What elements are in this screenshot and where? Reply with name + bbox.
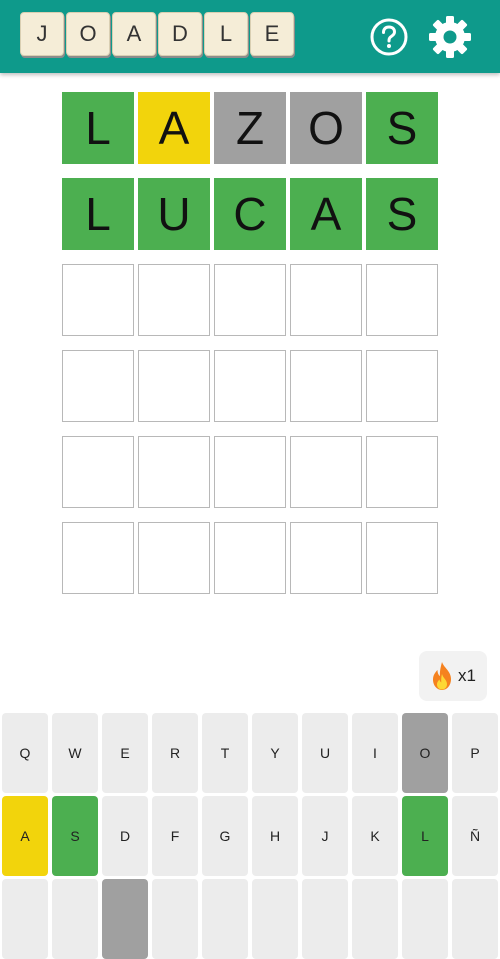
- key[interactable]: [102, 879, 148, 959]
- gear-icon: [429, 16, 471, 58]
- board-tile: S: [366, 178, 438, 250]
- board-tile: O: [290, 92, 362, 164]
- board-tile: [366, 522, 438, 594]
- board-tile: [62, 436, 134, 508]
- key-u[interactable]: U: [302, 713, 348, 793]
- board-tile: [366, 436, 438, 508]
- board-tile: [214, 436, 286, 508]
- logo-tile: O: [66, 12, 110, 56]
- key-a[interactable]: A: [2, 796, 48, 876]
- key-y[interactable]: Y: [252, 713, 298, 793]
- app-header: J O A D L E: [0, 0, 500, 73]
- key-s[interactable]: S: [52, 796, 98, 876]
- key-k[interactable]: K: [352, 796, 398, 876]
- key-g[interactable]: G: [202, 796, 248, 876]
- key-l[interactable]: L: [402, 796, 448, 876]
- key-j[interactable]: J: [302, 796, 348, 876]
- board-tile: [138, 350, 210, 422]
- question-circle-icon: [370, 18, 408, 56]
- board-tile: [366, 264, 438, 336]
- key-q[interactable]: Q: [2, 713, 48, 793]
- logo-tile: E: [250, 12, 294, 56]
- streak-counter: x1: [419, 651, 487, 701]
- board-tile: U: [138, 178, 210, 250]
- board-tile: [214, 522, 286, 594]
- fire-icon: [433, 662, 452, 690]
- key[interactable]: [202, 879, 248, 959]
- logo-tile: J: [20, 12, 64, 56]
- board-tile: [214, 264, 286, 336]
- board-tile: S: [366, 92, 438, 164]
- board-tile: [290, 350, 362, 422]
- on-screen-keyboard: QWERTYUIOP ASDFGHJKLÑ: [0, 712, 500, 959]
- logo-tile: A: [112, 12, 156, 56]
- key-d[interactable]: D: [102, 796, 148, 876]
- joadle-logo: J O A D L E: [20, 12, 294, 56]
- key[interactable]: [152, 879, 198, 959]
- key[interactable]: [402, 879, 448, 959]
- board-tile: [366, 350, 438, 422]
- board-tile: L: [62, 92, 134, 164]
- key[interactable]: [2, 879, 48, 959]
- board-tile: L: [62, 178, 134, 250]
- board-tile: [290, 436, 362, 508]
- key-ñ[interactable]: Ñ: [452, 796, 498, 876]
- board-tile: [62, 522, 134, 594]
- board-tile: [62, 264, 134, 336]
- key-p[interactable]: P: [452, 713, 498, 793]
- logo-tile: L: [204, 12, 248, 56]
- board-tile: A: [290, 178, 362, 250]
- board-tile: [290, 264, 362, 336]
- key[interactable]: [302, 879, 348, 959]
- key[interactable]: [352, 879, 398, 959]
- key-f[interactable]: F: [152, 796, 198, 876]
- key[interactable]: [52, 879, 98, 959]
- key-o[interactable]: O: [402, 713, 448, 793]
- key-e[interactable]: E: [102, 713, 148, 793]
- key-w[interactable]: W: [52, 713, 98, 793]
- board-tile: [290, 522, 362, 594]
- key-h[interactable]: H: [252, 796, 298, 876]
- board-tile: [62, 350, 134, 422]
- board-tile: [138, 522, 210, 594]
- game-board: LAZOSLUCAS: [62, 92, 438, 594]
- settings-button[interactable]: [426, 13, 474, 61]
- board-tile: [214, 350, 286, 422]
- logo-tile: D: [158, 12, 202, 56]
- key-r[interactable]: R: [152, 713, 198, 793]
- key-t[interactable]: T: [202, 713, 248, 793]
- board-tile: [138, 264, 210, 336]
- streak-label: x1: [458, 666, 476, 685]
- board-tile: A: [138, 92, 210, 164]
- key[interactable]: [452, 879, 498, 959]
- board-tile: C: [214, 178, 286, 250]
- board-tile: Z: [214, 92, 286, 164]
- key[interactable]: [252, 879, 298, 959]
- board-tile: [138, 436, 210, 508]
- key-i[interactable]: I: [352, 713, 398, 793]
- help-button[interactable]: [369, 17, 409, 57]
